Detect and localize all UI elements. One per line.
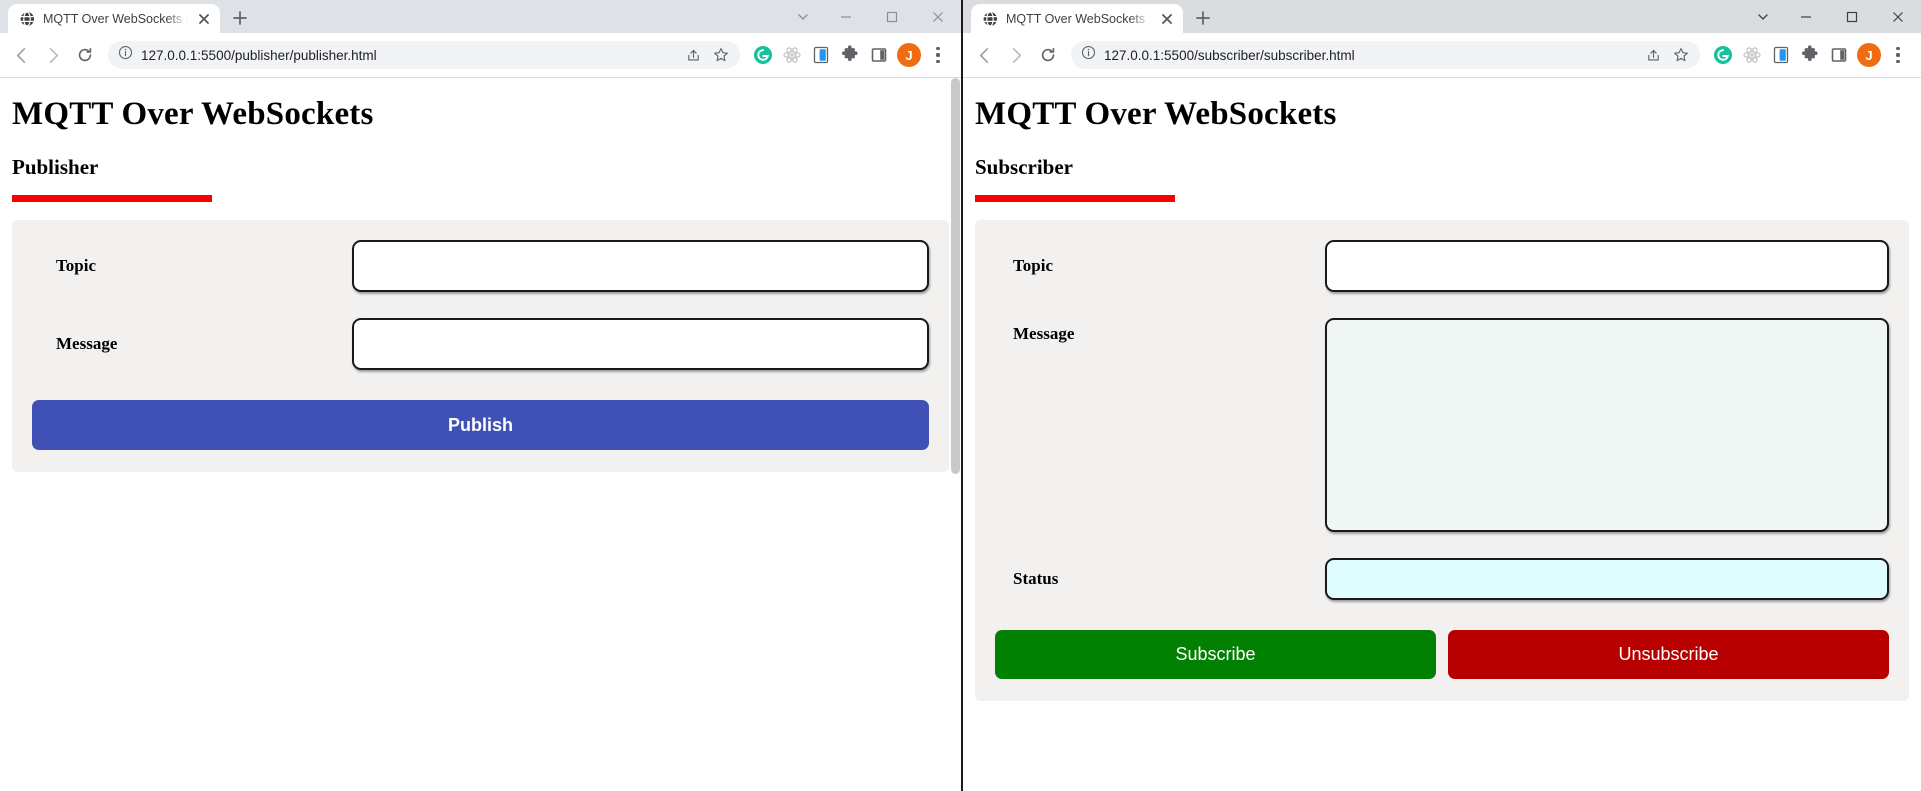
grammarly-icon[interactable] <box>750 42 776 68</box>
reload-icon[interactable] <box>1033 40 1063 70</box>
three-dot-menu-icon[interactable] <box>1885 42 1911 68</box>
globe-icon <box>19 10 35 27</box>
unsubscribe-button[interactable]: Unsubscribe <box>1448 630 1889 679</box>
label-topic: Topic <box>1013 256 1054 275</box>
field-topic: Topic <box>995 240 1889 292</box>
puzzle-extensions-icon[interactable] <box>1797 42 1823 68</box>
status-input-wrap <box>1325 558 1889 600</box>
publisher-page: MQTT Over WebSockets Publisher Topic Mes… <box>0 96 961 472</box>
subscribe-button[interactable]: Subscribe <box>995 630 1436 679</box>
page-viewport-publisher: MQTT Over WebSockets Publisher Topic Mes… <box>0 78 961 791</box>
field-topic: Topic <box>32 240 929 292</box>
page-scrollbar[interactable] <box>950 78 961 791</box>
label-status: Status <box>1013 569 1059 588</box>
subscriber-button-row: Subscribe Unsubscribe <box>995 630 1889 679</box>
url-text: 127.0.0.1:5500/subscriber/subscriber.htm… <box>1104 47 1355 63</box>
message-input[interactable] <box>352 318 929 370</box>
label-message: Message <box>1013 324 1075 343</box>
url-text: 127.0.0.1:5500/publisher/publisher.html <box>141 47 377 63</box>
tab-title: MQTT Over WebSockets Subscriber <box>1006 11 1151 26</box>
accent-divider <box>975 195 1175 202</box>
share-icon[interactable] <box>680 42 706 68</box>
new-tab-icon[interactable] <box>226 4 254 32</box>
close-tab-icon[interactable] <box>1159 11 1175 27</box>
message-textarea-wrap <box>1325 318 1889 532</box>
puzzle-extensions-icon[interactable] <box>837 42 863 68</box>
globe-icon <box>982 10 998 27</box>
field-status: Status <box>995 558 1889 600</box>
chevron-down-icon[interactable] <box>783 0 823 33</box>
subscriber-form-card: Topic Message Status Subscribe Unsubscri… <box>975 220 1909 701</box>
tab-strip: MQTT Over WebSockets Subscriber <box>963 0 1921 33</box>
forward-arrow-icon[interactable] <box>38 40 68 70</box>
topic-input-wrap <box>352 240 929 292</box>
minimize-icon[interactable] <box>823 0 869 33</box>
subscriber-page: MQTT Over WebSockets Subscriber Topic Me… <box>963 96 1921 701</box>
maximize-icon[interactable] <box>1829 0 1875 33</box>
new-tab-icon[interactable] <box>1189 4 1217 32</box>
label-message: Message <box>56 334 118 353</box>
browser-window-subscriber: MQTT Over WebSockets Subscriber <box>963 0 1921 791</box>
browser-tab-subscriber[interactable]: MQTT Over WebSockets Subscriber <box>971 4 1183 33</box>
json-viewer-icon[interactable] <box>808 42 834 68</box>
reload-icon[interactable] <box>70 40 100 70</box>
info-circle-icon[interactable] <box>1081 45 1096 65</box>
publisher-form-card: Topic Message Publish <box>12 220 949 472</box>
three-dot-menu-icon[interactable] <box>925 42 951 68</box>
side-panel-icon[interactable] <box>866 42 892 68</box>
info-circle-icon[interactable] <box>118 45 133 65</box>
browser-tab-publisher[interactable]: MQTT Over WebSockets Publisher <box>8 4 220 33</box>
browser-window-publisher: MQTT Over WebSockets Publisher <box>0 0 963 791</box>
page-scrollbar-thumb[interactable] <box>951 78 960 474</box>
close-window-icon[interactable] <box>915 0 961 33</box>
minimize-icon[interactable] <box>1783 0 1829 33</box>
field-message: Message <box>32 318 929 370</box>
page-title: MQTT Over WebSockets <box>12 96 374 132</box>
desktop: MQTT Over WebSockets Publisher <box>0 0 1921 791</box>
message-input-wrap <box>352 318 929 370</box>
window-controls <box>1743 0 1921 33</box>
omnibox-actions <box>680 42 734 68</box>
avatar[interactable]: J <box>897 43 921 67</box>
star-icon[interactable] <box>1668 42 1694 68</box>
close-tab-icon[interactable] <box>196 11 212 27</box>
message-textarea[interactable] <box>1325 318 1889 532</box>
grammarly-icon[interactable] <box>1710 42 1736 68</box>
share-icon[interactable] <box>1640 42 1666 68</box>
side-panel-icon[interactable] <box>1826 42 1852 68</box>
tab-title: MQTT Over WebSockets Publisher <box>43 11 188 26</box>
extension-icons <box>1710 42 1852 68</box>
field-message: Message <box>995 318 1889 532</box>
address-bar[interactable]: 127.0.0.1:5500/subscriber/subscriber.htm… <box>1071 41 1700 69</box>
extension-icons <box>750 42 892 68</box>
publish-button[interactable]: Publish <box>32 400 929 450</box>
address-bar[interactable]: 127.0.0.1:5500/publisher/publisher.html <box>108 41 740 69</box>
page-viewport-subscriber: MQTT Over WebSockets Subscriber Topic Me… <box>963 78 1921 791</box>
omnibox-actions <box>1640 42 1694 68</box>
topic-input[interactable] <box>1325 240 1889 292</box>
tab-strip: MQTT Over WebSockets Publisher <box>0 0 961 33</box>
avatar[interactable]: J <box>1857 43 1881 67</box>
accent-divider <box>12 195 212 202</box>
forward-arrow-icon[interactable] <box>1001 40 1031 70</box>
json-viewer-icon[interactable] <box>1768 42 1794 68</box>
page-title: MQTT Over WebSockets <box>975 96 1337 132</box>
browser-toolbar: 127.0.0.1:5500/subscriber/subscriber.htm… <box>963 33 1921 78</box>
back-arrow-icon[interactable] <box>969 40 999 70</box>
close-window-icon[interactable] <box>1875 0 1921 33</box>
topic-input-wrap <box>1325 240 1889 292</box>
label-topic: Topic <box>56 256 97 275</box>
react-devtools-icon[interactable] <box>779 42 805 68</box>
page-subtitle: Publisher <box>12 155 99 179</box>
status-input[interactable] <box>1325 558 1889 600</box>
react-devtools-icon[interactable] <box>1739 42 1765 68</box>
chevron-down-icon[interactable] <box>1743 0 1783 33</box>
browser-toolbar: 127.0.0.1:5500/publisher/publisher.html <box>0 33 961 78</box>
maximize-icon[interactable] <box>869 0 915 33</box>
page-subtitle: Subscriber <box>975 155 1074 179</box>
back-arrow-icon[interactable] <box>6 40 36 70</box>
window-controls <box>783 0 961 33</box>
topic-input[interactable] <box>352 240 929 292</box>
star-icon[interactable] <box>708 42 734 68</box>
